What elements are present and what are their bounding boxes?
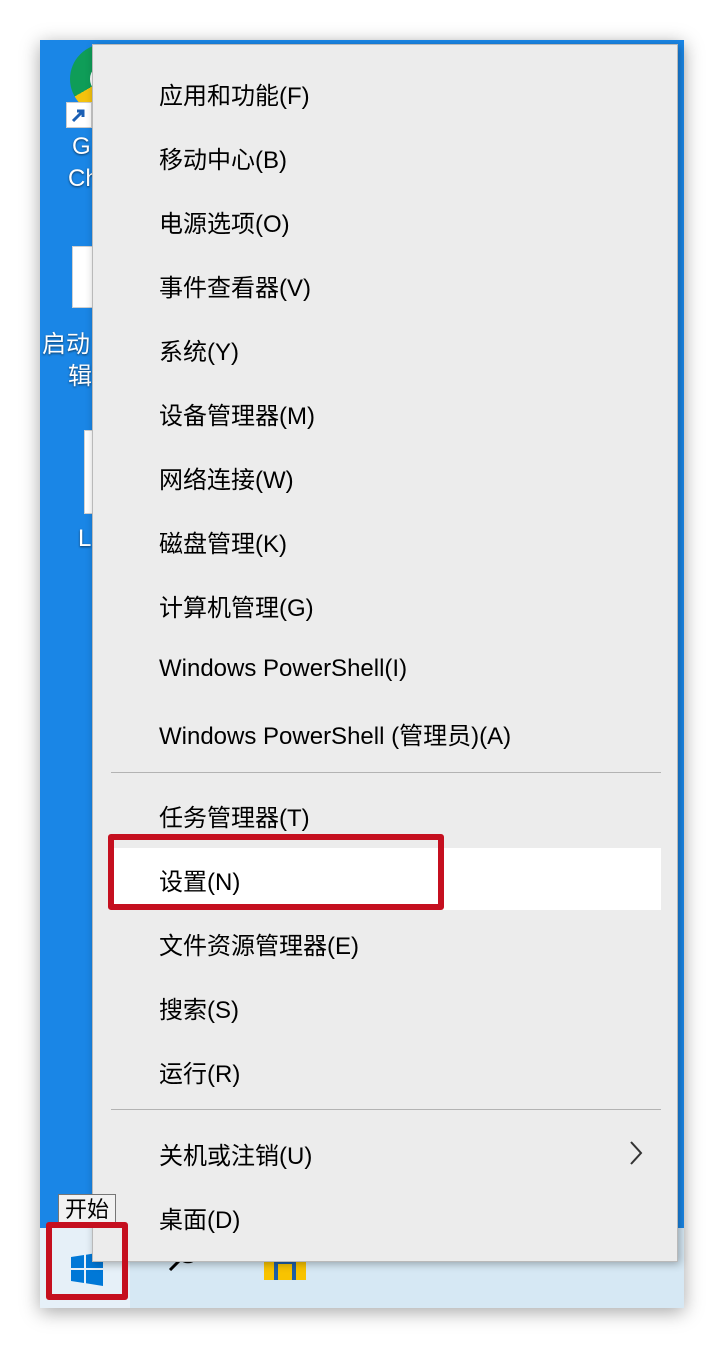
editor-shortcut-label-1: 启动	[42, 331, 90, 358]
menu-item-label: 应用和功能(F)	[159, 82, 310, 110]
menu-item-label: Windows PowerShell(I)	[159, 655, 408, 682]
quick-link-menu: 应用和功能(F) 移动中心(B) 电源选项(O) 事件查看器(V) 系统(Y) …	[92, 44, 678, 1262]
menu-item-label: 搜索(S)	[159, 996, 239, 1024]
menu-item-label: 任务管理器(T)	[159, 804, 310, 832]
menu-item-apps-features[interactable]: 应用和功能(F)	[109, 62, 661, 124]
menu-item-system[interactable]: 系统(Y)	[109, 318, 661, 380]
menu-item-label: 桌面(D)	[159, 1206, 241, 1234]
menu-item-label: 磁盘管理(K)	[159, 530, 287, 558]
menu-item-label: Windows PowerShell (管理员)(A)	[159, 722, 512, 750]
menu-item-label: 设备管理器(M)	[159, 402, 315, 430]
menu-item-label: 电源选项(O)	[159, 210, 290, 238]
menu-item-label: 事件查看器(V)	[159, 274, 311, 302]
menu-item-shutdown-signout[interactable]: 关机或注销(U)	[109, 1122, 661, 1184]
menu-item-label: 网络连接(W)	[159, 466, 294, 494]
chevron-right-icon	[630, 1141, 643, 1165]
menu-item-event-viewer[interactable]: 事件查看器(V)	[109, 254, 661, 316]
menu-item-desktop[interactable]: 桌面(D)	[109, 1186, 661, 1248]
menu-item-network-connections[interactable]: 网络连接(W)	[109, 446, 661, 508]
menu-item-powershell-admin[interactable]: Windows PowerShell (管理员)(A)	[109, 702, 661, 764]
menu-item-device-manager[interactable]: 设备管理器(M)	[109, 382, 661, 444]
menu-item-label: 文件资源管理器(E)	[159, 932, 359, 960]
menu-item-run[interactable]: 运行(R)	[109, 1040, 661, 1102]
menu-item-search[interactable]: 搜索(S)	[109, 976, 661, 1038]
menu-item-label: 系统(Y)	[159, 338, 239, 366]
shortcut-arrow-icon	[66, 102, 92, 128]
menu-item-computer-management[interactable]: 计算机管理(G)	[109, 574, 661, 636]
editor-shortcut-label-2: 辑	[68, 363, 92, 390]
menu-item-power-options[interactable]: 电源选项(O)	[109, 190, 661, 252]
menu-separator	[111, 772, 661, 773]
menu-item-disk-management[interactable]: 磁盘管理(K)	[109, 510, 661, 572]
menu-item-label: 运行(R)	[159, 1060, 241, 1088]
menu-item-label: 关机或注销(U)	[159, 1142, 313, 1170]
annotation-highlight-start	[46, 1222, 128, 1300]
menu-item-powershell[interactable]: Windows PowerShell(I)	[109, 638, 661, 700]
menu-item-file-explorer[interactable]: 文件资源管理器(E)	[109, 912, 661, 974]
menu-item-mobility-center[interactable]: 移动中心(B)	[109, 126, 661, 188]
menu-item-label: 移动中心(B)	[159, 146, 287, 174]
menu-item-label: 计算机管理(G)	[159, 594, 314, 622]
chrome-shortcut-label-1: G	[72, 133, 91, 160]
menu-separator	[111, 1109, 661, 1110]
l-shortcut-label: L	[78, 525, 92, 552]
annotation-highlight-settings	[108, 834, 444, 910]
